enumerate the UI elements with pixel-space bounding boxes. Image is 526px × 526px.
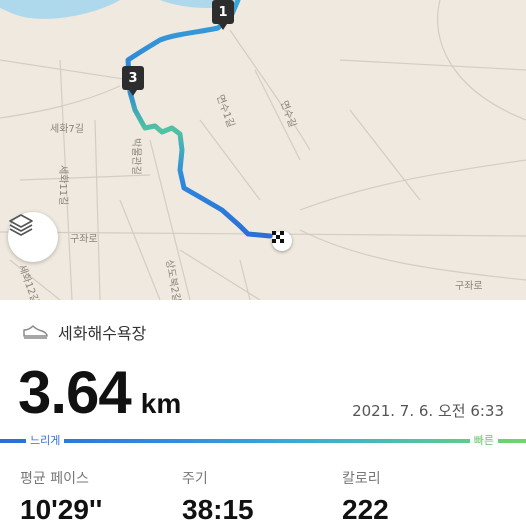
pace-legend: 느리게 빠른 [0, 430, 526, 450]
activity-location: 세화해수욕장 [22, 320, 146, 344]
sea-area [0, 0, 120, 19]
finish-flag-icon[interactable] [272, 231, 292, 251]
activity-datetime: 2021. 7. 6. 오전 6:33 [352, 402, 504, 420]
layers-icon [9, 214, 33, 236]
route-map[interactable]: 세화7길 세화11길 박물관길 면수1길 면수길 구좌로 구좌로 세화12길 상… [0, 0, 526, 300]
distance-display: 3.64 km [18, 358, 181, 427]
checkered-flag-icon [272, 231, 284, 243]
map-canvas [0, 0, 526, 300]
stats-row: 평균 페이스 10'29'' 주기 38:15 칼로리 222 [0, 468, 526, 526]
stat-label: 주기 [182, 471, 208, 487]
route-line [125, 0, 273, 239]
stat-label: 칼로리 [342, 471, 381, 487]
map-layers-button[interactable] [8, 212, 58, 262]
activity-summary-panel: 세화해수욕장 3.64 km 2021. 7. 6. 오전 6:33 느리게 빠… [0, 300, 526, 526]
stat-label: 평균 페이스 [20, 471, 89, 487]
road-label: 구좌로 [455, 281, 483, 292]
stat-average-pace: 평균 페이스 10'29'' [20, 468, 102, 526]
km-marker-3[interactable]: 3 [122, 66, 144, 96]
road-label: 구좌로 [70, 234, 98, 245]
pace-slow-label: 느리게 [26, 432, 65, 448]
stat-calories: 칼로리 222 [342, 468, 389, 526]
pace-gradient-bar [0, 439, 526, 443]
km-marker-1[interactable]: 1 [212, 0, 234, 30]
stat-value: 222 [342, 494, 389, 525]
stat-value: 10'29'' [20, 494, 103, 525]
stat-value: 38:15 [182, 494, 254, 525]
road-label: 박물관길 [130, 138, 141, 175]
road-label: 세화11길 [57, 165, 68, 206]
road-label: 세화7길 [50, 124, 84, 135]
location-name: 세화해수욕장 [58, 324, 147, 343]
distance-unit: km [140, 388, 182, 419]
shoe-icon [23, 325, 48, 339]
pace-fast-label: 빠른 [469, 432, 498, 448]
stat-duration: 주기 38:15 [182, 468, 254, 526]
distance-value: 3.64 [18, 359, 132, 426]
